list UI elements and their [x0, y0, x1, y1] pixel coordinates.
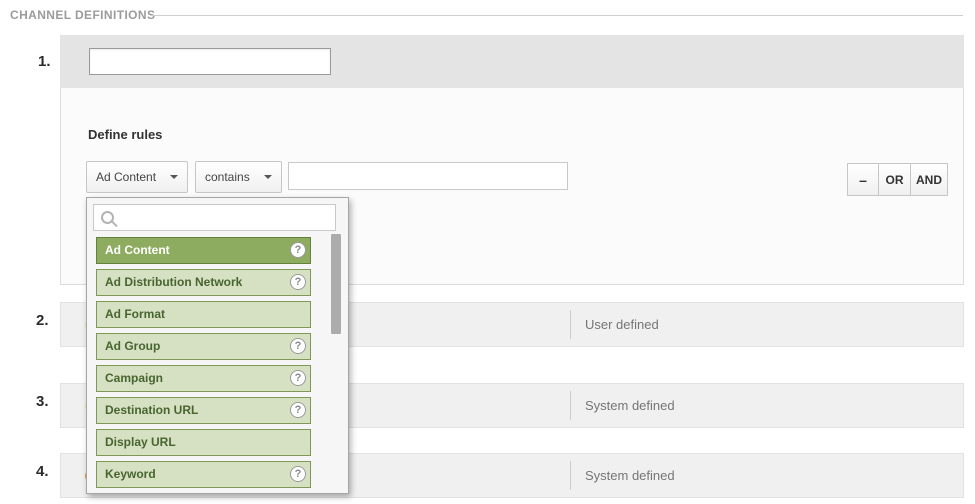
dimension-item-label: Keyword [105, 467, 156, 481]
channel-type-label: System defined [585, 398, 675, 413]
dimension-item-label: Ad Content [105, 243, 170, 257]
dimension-dropdown-button[interactable]: Ad Content [86, 161, 188, 193]
dimension-dropdown-label: Ad Content [96, 170, 156, 184]
vertical-divider [570, 391, 571, 420]
channel-row-number: 2. [36, 312, 60, 329]
help-icon[interactable]: ? [290, 242, 306, 258]
help-icon[interactable]: ? [290, 338, 306, 354]
channel-type-label: System defined [585, 468, 675, 483]
dimension-item-label: Destination URL [105, 403, 198, 417]
dimension-picker-dropdown: Ad Content ? Ad Distribution Network ? A… [86, 197, 349, 494]
dimension-list-item[interactable]: Ad Distribution Network ? [96, 269, 311, 296]
chevron-down-icon [264, 175, 272, 179]
help-icon[interactable]: ? [290, 466, 306, 482]
channel-row-number: 3. [36, 393, 60, 410]
dimension-list-item[interactable]: Campaign ? [96, 365, 311, 392]
dimension-list-item[interactable]: Ad Content ? [96, 237, 311, 264]
or-condition-button[interactable]: OR [878, 163, 911, 196]
dimension-list-item[interactable]: Ad Group ? [96, 333, 311, 360]
dimension-item-label: Display URL [105, 435, 176, 449]
dimension-list: Ad Content ? Ad Distribution Network ? A… [96, 237, 311, 493]
remove-rule-button[interactable]: – [847, 163, 879, 196]
rule-row-number: 1. [38, 53, 51, 70]
and-condition-button[interactable]: AND [910, 163, 948, 196]
channel-name-header [60, 35, 964, 88]
dimension-list-item[interactable]: Display URL [96, 429, 311, 456]
channel-type-label: User defined [585, 317, 659, 332]
dimension-item-label: Ad Format [105, 307, 165, 321]
chevron-down-icon [170, 175, 178, 179]
dimension-search-box [93, 204, 336, 231]
channel-row-number: 4. [36, 463, 60, 480]
dimension-list-item[interactable]: Ad Format [96, 301, 311, 328]
operator-dropdown-label: contains [205, 170, 250, 184]
channel-name-input[interactable] [89, 48, 331, 75]
scrollbar-thumb[interactable] [331, 234, 341, 334]
section-title-divider [150, 15, 963, 16]
dimension-item-label: Ad Group [105, 339, 160, 353]
operator-dropdown-button[interactable]: contains [195, 161, 282, 193]
dimension-list-item[interactable]: Keyword ? [96, 461, 311, 488]
search-icon [101, 211, 114, 224]
help-icon[interactable]: ? [290, 402, 306, 418]
dimension-item-label: Ad Distribution Network [105, 275, 242, 289]
vertical-divider [570, 461, 571, 490]
help-icon[interactable]: ? [290, 274, 306, 290]
dimension-item-label: Campaign [105, 371, 163, 385]
dimension-search-input[interactable] [118, 205, 333, 232]
define-rules-heading: Define rules [88, 127, 162, 142]
section-title: CHANNEL DEFINITIONS [10, 8, 155, 22]
vertical-divider [570, 310, 571, 339]
help-icon[interactable]: ? [290, 370, 306, 386]
dimension-list-item[interactable]: Destination URL ? [96, 397, 311, 424]
rule-value-input[interactable] [288, 162, 568, 190]
rule-logic-button-group: – OR AND [847, 163, 948, 196]
